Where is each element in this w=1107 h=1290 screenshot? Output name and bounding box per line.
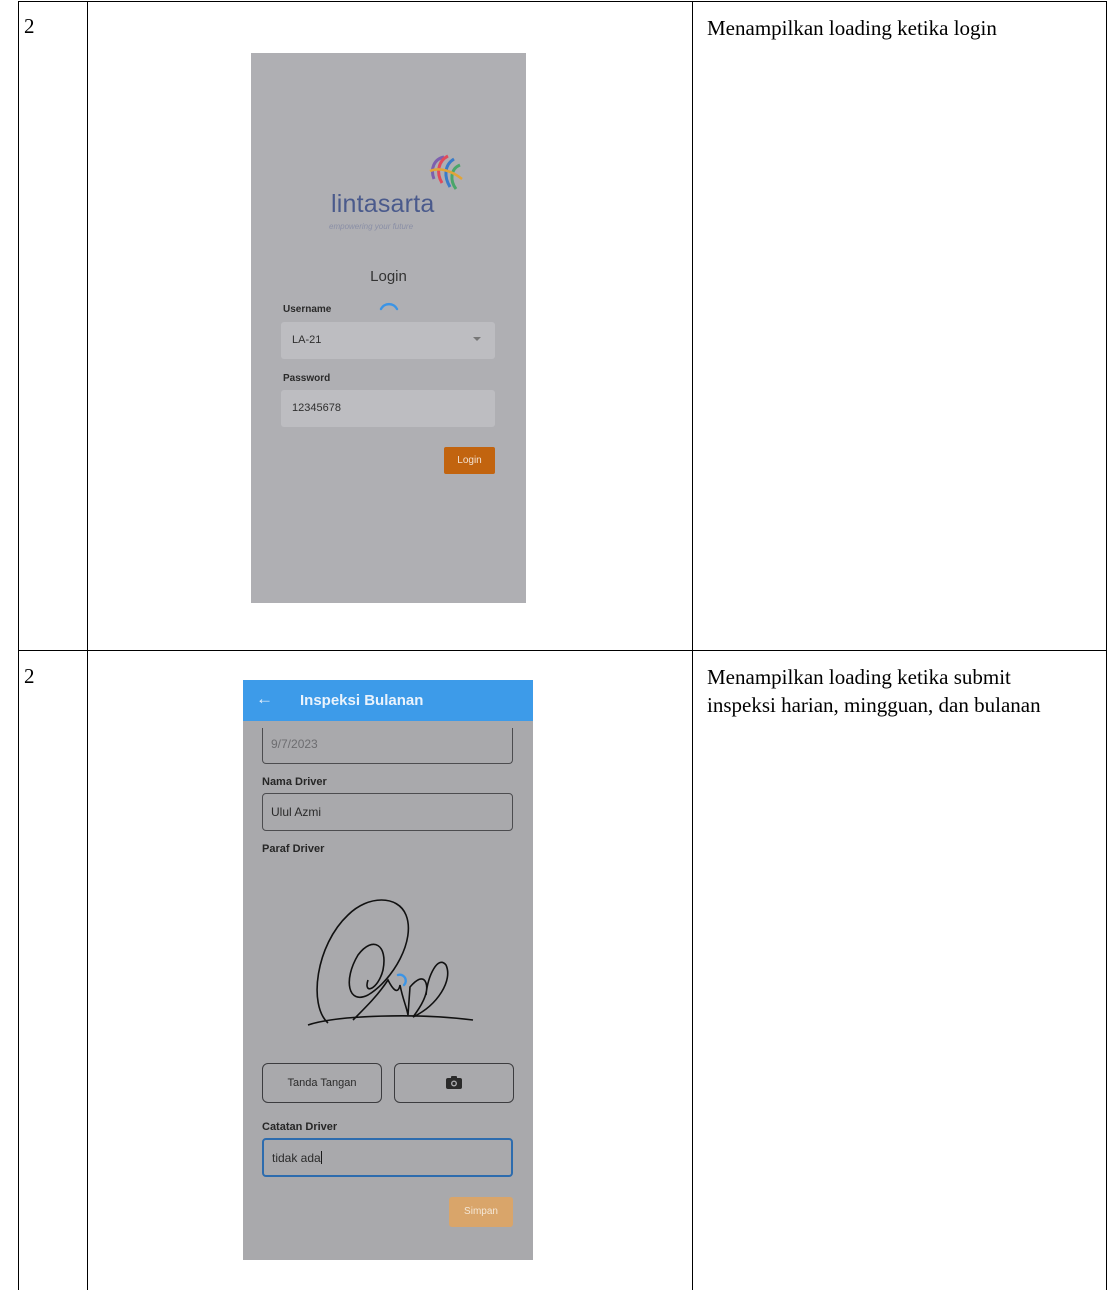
date-value: 9/7/2023 [271, 737, 318, 751]
dropdown-caret-icon [473, 337, 481, 341]
notes-field[interactable]: tidak ada [262, 1138, 513, 1177]
notes-value-wrap: tidak ada [272, 1151, 322, 1165]
notes-value: tidak ada [272, 1151, 321, 1165]
driver-signature [307, 899, 474, 1026]
driver-name-value: Ulul Azmi [271, 805, 322, 819]
document-table: 2 Menampilkan loading ketika login linta… [0, 0, 1107, 1290]
password-value: 12345678 [292, 402, 341, 414]
signature-button[interactable]: Tanda Tangan [262, 1063, 382, 1103]
table-col-divider-1 [87, 1, 88, 1290]
username-label: Username [283, 304, 332, 315]
app-bar: ← Inspeksi Bulanan [243, 680, 533, 721]
driver-name-label: Nama Driver [262, 776, 327, 788]
table-row-divider [18, 650, 1107, 651]
row-number: 2 [24, 664, 35, 688]
table-left-border [18, 1, 19, 1290]
username-value: LA-21 [292, 334, 322, 346]
loading-spinner-icon [379, 302, 399, 311]
login-screenshot: lintasarta empowering your future Login … [251, 53, 526, 603]
camera-icon [446, 1076, 462, 1089]
row-number: 2 [24, 14, 35, 38]
camera-button[interactable] [394, 1063, 514, 1103]
table-top-border [18, 1, 1107, 2]
text-cursor [320, 1151, 322, 1164]
login-title: Login [370, 268, 407, 285]
table-col-divider-2 [692, 1, 693, 1290]
back-arrow-icon[interactable]: ← [256, 689, 273, 709]
save-button[interactable]: Simpan [449, 1197, 513, 1227]
date-field[interactable]: 9/7/2023 [262, 728, 513, 764]
row-description: Menampilkan loading ketika login [707, 16, 997, 40]
logo-wordmark: lintasarta [331, 190, 435, 218]
password-label: Password [283, 373, 331, 384]
driver-name-field[interactable]: Ulul Azmi [262, 793, 513, 831]
password-field[interactable]: 12345678 [281, 390, 495, 427]
inspection-form-screenshot: ← Inspeksi Bulanan 9/7/2023 Nama Driver … [243, 680, 533, 1260]
signature-label: Paraf Driver [262, 843, 325, 855]
row-description: Menampilkan loading ketika submit inspek… [707, 665, 1041, 717]
lintasarta-logo-icon [429, 154, 463, 190]
logo-tagline: empowering your future [329, 222, 414, 231]
notes-label: Catatan Driver [262, 1121, 338, 1133]
username-dropdown[interactable]: LA-21 [281, 322, 495, 359]
page-title: Inspeksi Bulanan [300, 692, 424, 709]
login-button[interactable]: Login [444, 447, 495, 474]
